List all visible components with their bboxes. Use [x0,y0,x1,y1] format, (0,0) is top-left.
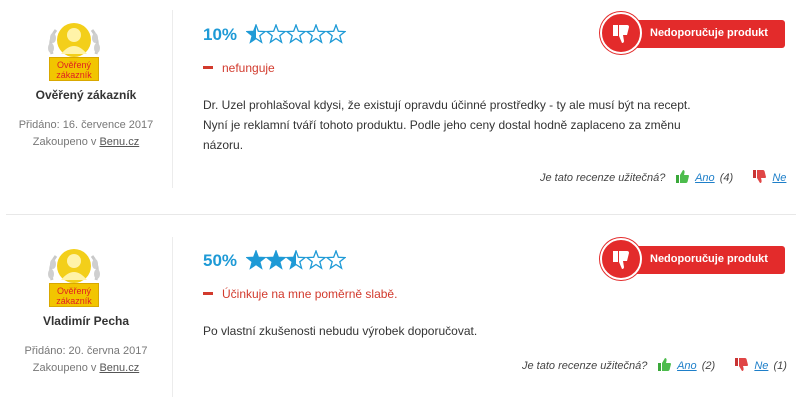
con-text: nefunguje [222,61,275,75]
star-rating [246,250,346,270]
not-recommended-badge: Nedoporučuje produkt [600,12,785,54]
purchase-prefix: Zakoupeno v [32,362,97,374]
review-text: Dr. Uzel prohlašoval kdysi, že existují … [203,95,763,155]
review-text: Po vlastní zkušenosti nebudu výrobek dop… [203,321,763,341]
not-recommended-label: Nedoporučuje produkt [650,253,768,265]
minus-icon [203,292,213,296]
purchase-source: Zakoupeno v Benu.cz [0,133,172,151]
not-recommended-label: Nedoporučuje produkt [650,27,768,39]
star-icon [325,24,346,44]
column-divider [172,10,173,188]
star-fill [266,251,286,269]
minus-icon [203,66,213,70]
star-fill [246,251,266,269]
thumbs-down-icon [600,238,642,280]
shop-link[interactable]: Benu.cz [99,136,139,148]
helpful-yes-link[interactable]: Ano [695,172,715,184]
thumbs-down-small-icon[interactable] [753,170,767,186]
helpful-yes-link[interactable]: Ano [677,360,697,372]
thumbs-up-icon[interactable] [658,358,672,374]
column-divider [172,237,173,397]
helpful-no-link[interactable]: Ne [772,172,786,184]
con-item: nefunguje [203,61,275,75]
star-icon [305,24,327,44]
purchase-source: Zakoupeno v Benu.cz [0,359,172,377]
rating-percent: 10% [203,25,238,44]
helpful-vote: Je tato recenze užitečná? Ano (4) Ne [540,170,788,186]
thumbs-down-icon [600,12,642,54]
helpful-vote: Je tato recenze užitečná? Ano (2) Ne (1) [522,358,787,374]
helpful-question: Je tato recenze užitečná? [522,359,648,372]
helpful-no-link[interactable]: Ne [754,360,768,372]
author-name: Vladimír Pecha [42,314,130,328]
star-icon [285,24,307,44]
helpful-no-count: (1) [773,359,787,372]
star-icon [305,250,327,270]
review-text-line: Po vlastní zkušenosti nebudu výrobek dop… [203,324,478,338]
star-icon [265,24,287,44]
review-text-line: názoru. [203,138,244,152]
helpful-yes-count: (2) [701,359,716,372]
not-recommended-badge: Nedoporučuje produkt [600,238,785,280]
author-name: Ověřený zákazník [35,88,137,102]
review-date: Přidáno: 20. června 2017 [24,345,148,357]
helpful-question: Je tato recenze užitečná? [540,171,666,184]
badge-label: Ověřený zákazník [49,283,99,307]
star-icon [325,250,346,270]
verified-customer-badge-icon: Ověřený zákazník [44,246,104,308]
purchase-prefix: Zakoupeno v [32,136,97,148]
helpful-yes-count: (4) [719,171,734,184]
shop-link[interactable]: Benu.cz [99,362,139,374]
rating-percent: 50% [203,251,238,270]
review-text-line: Dr. Uzel prohlašoval kdysi, že existují … [203,98,691,112]
thumbs-down-small-icon[interactable] [735,358,749,374]
con-text: Účinkuje na mne poměrně slabě. [222,287,398,301]
con-item: Účinkuje na mne poměrně slabě. [203,287,397,301]
verified-customer-badge-icon: Ověřený zákazník [44,20,104,82]
badge-label: Ověřený zákazník [49,57,99,81]
review-text-line: Nyní je reklamní tváří tohoto produktu. … [203,118,681,132]
review-item: Ověřený zákazník Vladimír Pecha Přidáno:… [0,215,805,401]
review-item: Ověřený zákazník Ověřený zákazník Přidán… [0,0,805,214]
review-date: Přidáno: 16. července 2017 [18,119,154,131]
thumbs-up-icon[interactable] [676,170,690,186]
star-rating [246,24,346,44]
